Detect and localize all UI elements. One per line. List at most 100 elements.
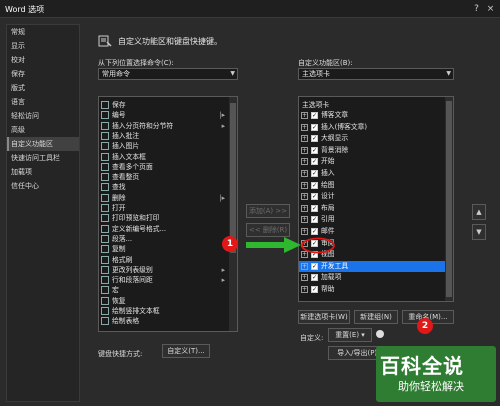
command-item[interactable]: 打印预览和打印	[99, 213, 229, 223]
command-item[interactable]: 段落...	[99, 234, 229, 244]
ribbon-tab-item[interactable]: + ✓ 邮件	[299, 226, 445, 237]
tab-checkbox[interactable]: ✓	[311, 158, 318, 166]
ribbon-tree[interactable]: 主选项卡 + ✓ 博客文章 + ✓ 插入(博客文章) + ✓ 大纲显示 + ✓ 背景消除 + ✓ 开始 + ✓ 插…	[298, 96, 454, 302]
command-item[interactable]: 行和段落间距 ▸	[99, 275, 229, 285]
sidebar-item[interactable]: 加载项	[7, 165, 79, 179]
command-label: 定义新编号格式...	[112, 224, 167, 233]
command-item[interactable]: 插入文本框	[99, 152, 229, 162]
expand-icon[interactable]: +	[301, 274, 308, 282]
expand-icon[interactable]: +	[301, 216, 308, 224]
move-down-icon[interactable]: ▼	[472, 224, 486, 240]
scrollbar-thumb[interactable]	[446, 101, 452, 297]
tab-checkbox[interactable]: ✓	[311, 274, 318, 282]
expand-icon[interactable]: +	[301, 146, 308, 154]
ribbon-tab-item[interactable]: + ✓ 绘图	[299, 180, 445, 191]
ribbon-tab-item[interactable]: + ✓ 大纲显示	[299, 133, 445, 144]
command-item[interactable]: 绘制竖排文本框	[99, 306, 229, 316]
command-item[interactable]: 绘制表格	[99, 316, 229, 326]
tab-checkbox[interactable]: ✓	[311, 135, 318, 143]
tab-checkbox[interactable]: ✓	[311, 193, 318, 201]
command-item[interactable]: 恢复	[99, 296, 229, 306]
tab-checkbox[interactable]: ✓	[311, 181, 318, 189]
tab-checkbox[interactable]: ✓	[311, 286, 318, 293]
tab-checkbox[interactable]: ✓	[311, 216, 318, 224]
command-item[interactable]: 更改列表级别 ▸	[99, 265, 229, 275]
sidebar-item[interactable]: 显示	[7, 39, 79, 53]
ribbon-tab-item[interactable]: + ✓ 背景消除	[299, 145, 445, 156]
ribbon-tab-item[interactable]: + ✓ 帮助	[299, 284, 445, 295]
sidebar-item[interactable]: 校对	[7, 53, 79, 67]
command-item[interactable]: 编号 |▸	[99, 110, 229, 120]
command-item[interactable]: 宏	[99, 285, 229, 295]
remove-button[interactable]: << 删除(R)	[246, 223, 290, 237]
expand-icon[interactable]: +	[301, 228, 308, 235]
command-item[interactable]: 格式刷	[99, 255, 229, 265]
ribbon-tab-item[interactable]: + ✓ 插入(博客文章)	[299, 122, 445, 133]
command-item[interactable]: 删除 |▸	[99, 193, 229, 203]
choose-commands-dropdown[interactable]: 常用命令 ▼	[98, 68, 238, 80]
expand-icon[interactable]: +	[301, 286, 308, 293]
add-button[interactable]: 添加(A) >>	[246, 204, 290, 218]
command-label: 查看整页	[112, 173, 140, 182]
command-item[interactable]: 插入批注	[99, 131, 229, 141]
expand-icon[interactable]: +	[301, 170, 308, 177]
expand-icon[interactable]: +	[301, 193, 308, 201]
ribbon-tab-item[interactable]: + ✓ 开发工具	[299, 260, 445, 272]
expand-icon[interactable]: +	[301, 181, 308, 189]
submenu-arrow-icon: ▸	[221, 121, 225, 130]
expand-icon[interactable]: +	[301, 262, 308, 270]
ribbon-tab-item[interactable]: + ✓ 开始	[299, 156, 445, 167]
expand-icon[interactable]: +	[301, 204, 308, 212]
command-item[interactable]: 插入分页符和分节符 ▸	[99, 121, 229, 131]
command-item[interactable]: 保存	[99, 100, 229, 110]
expand-icon[interactable]: +	[301, 135, 308, 143]
tab-checkbox[interactable]: ✓	[311, 228, 318, 235]
sidebar-item[interactable]: 自定义功能区	[7, 137, 79, 151]
commands-list[interactable]: 保存 编号 |▸ 插入分页符和分节符 ▸ 插入批注 插入图片 插入文本框 查看多个页面 查看整页查…	[98, 96, 238, 332]
expand-icon[interactable]: +	[301, 123, 308, 131]
command-item[interactable]: 打开	[99, 203, 229, 213]
scrollbar-thumb[interactable]	[230, 103, 236, 253]
tab-checkbox[interactable]: ✓	[311, 146, 318, 154]
watermark-line2: 助你轻松解决	[398, 380, 464, 393]
command-item[interactable]: 查看整页	[99, 172, 229, 182]
tab-label: 插入	[321, 169, 335, 177]
sidebar-item[interactable]: 高级	[7, 123, 79, 137]
commands-scrollbar[interactable]	[229, 97, 237, 331]
choose-commands-label: 从下列位置选择命令(C):	[98, 59, 174, 67]
new-group-button[interactable]: 新建组(N)	[354, 310, 398, 324]
command-item[interactable]: 查找	[99, 182, 229, 192]
sidebar-item[interactable]: 常规	[7, 25, 79, 39]
new-tab-button[interactable]: 新建选项卡(W)	[298, 310, 350, 324]
tab-checkbox[interactable]: ✓	[311, 112, 318, 119]
expand-icon[interactable]: +	[301, 112, 308, 119]
move-up-icon[interactable]: ▲	[472, 204, 486, 220]
close-icon[interactable]: ×	[484, 3, 497, 15]
help-icon[interactable]: ?	[470, 3, 483, 15]
sidebar-item[interactable]: 信任中心	[7, 179, 79, 193]
ribbon-tab-item[interactable]: + ✓ 博客文章	[299, 110, 445, 121]
command-item[interactable]: 查看多个页面	[99, 162, 229, 172]
expand-icon[interactable]: +	[301, 158, 308, 166]
ribbon-tab-item[interactable]: + ✓ 设计	[299, 191, 445, 202]
customize-shortcut-button[interactable]: 自定义(T)...	[162, 344, 210, 358]
tree-scrollbar[interactable]	[445, 97, 453, 301]
sidebar-item[interactable]: 版式	[7, 81, 79, 95]
sidebar-item[interactable]: 语言	[7, 95, 79, 109]
ribbon-tab-item[interactable]: + ✓ 布局	[299, 203, 445, 214]
sidebar-item[interactable]: 快速访问工具栏	[7, 151, 79, 165]
command-item[interactable]: 复制	[99, 244, 229, 254]
sidebar-item[interactable]: 保存	[7, 67, 79, 81]
sidebar-item[interactable]: 轻松访问	[7, 109, 79, 123]
command-item[interactable]: 插入图片	[99, 141, 229, 151]
tab-checkbox[interactable]: ✓	[311, 204, 318, 212]
tab-checkbox[interactable]: ✓	[311, 170, 318, 177]
ribbon-tab-item[interactable]: + ✓ 加载项	[299, 272, 445, 283]
ribbon-tabs-dropdown[interactable]: 主选项卡 ▼	[298, 68, 454, 80]
ribbon-tab-item[interactable]: + ✓ 插入	[299, 168, 445, 179]
command-item[interactable]: 定义新编号格式...	[99, 224, 229, 234]
tab-checkbox[interactable]: ✓	[311, 262, 318, 270]
tab-checkbox[interactable]: ✓	[311, 123, 318, 131]
reset-button[interactable]: 重置(E) ▾	[328, 328, 372, 342]
ribbon-tab-item[interactable]: + ✓ 引用	[299, 214, 445, 225]
